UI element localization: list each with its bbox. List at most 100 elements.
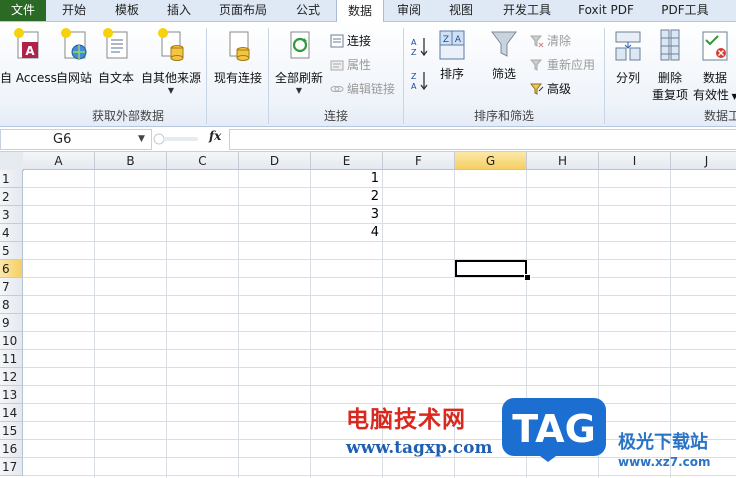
row-header-3[interactable]: 3 [0,206,23,224]
row-gridline [23,205,736,206]
refresh-icon [290,31,310,59]
ribbon: A 自 Access 自网站 自文本 自其他来源 ▼ 现有连接 获取外部数据 全… [0,22,736,127]
column-gridline [238,170,239,478]
text-to-columns-icon [615,31,641,61]
svg-text:Z: Z [443,35,449,45]
filter-funnel-icon [491,31,517,57]
formula-input[interactable] [229,129,736,150]
data-validation-button[interactable]: 数据 有效性 ▼ [693,26,736,103]
tab-data[interactable]: 数据 [336,0,384,22]
row-header-13[interactable]: 13 [0,386,23,404]
watermark-title: 电脑技术网 [346,407,466,433]
row-header-9[interactable]: 9 [0,314,23,332]
column-header-g[interactable]: G [455,152,527,170]
reapply-icon [530,59,543,71]
row-header-16[interactable]: 16 [0,440,23,458]
tab-home[interactable]: 开始 [50,0,98,21]
tab-foxit-pdf[interactable]: Foxit PDF [568,0,644,21]
row-header-14[interactable]: 14 [0,404,23,422]
watermark2-url: www.xz7.com [618,455,711,469]
row-header-10[interactable]: 10 [0,332,23,350]
tab-developer[interactable]: 开发工具 [492,0,562,21]
group-label-get-external: 获取外部数据 [92,109,165,123]
edit-links-button[interactable]: 编辑链接 [330,80,395,97]
properties-button[interactable]: 属性 [330,56,371,73]
row-header-7[interactable]: 7 [0,278,23,296]
data-validation-icon [702,31,728,61]
tab-page-layout[interactable]: 页面布局 [206,0,280,21]
tab-insert[interactable]: 插入 [156,0,202,21]
reapply-button[interactable]: 重新应用 [530,56,595,73]
from-web-button[interactable]: 自网站 [54,26,94,86]
tab-pdf-tools[interactable]: PDF工具 [650,0,720,21]
row-gridline [23,475,736,476]
group-divider [403,28,404,124]
connections-icon [330,34,344,48]
tab-templates[interactable]: 模板 [102,0,152,21]
chevron-down-icon[interactable]: ▼ [138,134,145,144]
insert-function-icon[interactable]: fx [209,129,221,143]
tab-file[interactable]: 文件 [0,0,46,21]
refresh-all-button[interactable]: 全部刷新 ▼ [272,26,326,95]
svg-text:A: A [455,35,462,45]
connections-button[interactable]: 连接 [330,32,371,49]
tab-formulas[interactable]: 公式 [284,0,332,21]
column-header-i[interactable]: I [599,152,671,170]
existing-connections-button[interactable]: 现有连接 [210,26,266,86]
cell-e3[interactable]: 3 [311,207,379,222]
chevron-down-icon: ▼ [295,86,303,95]
from-text-button[interactable]: 自文本 [96,26,136,86]
from-access-button[interactable]: A 自 Access [0,26,57,86]
tab-review[interactable]: 审阅 [386,0,432,21]
database-icon [158,28,184,61]
column-gridline [94,170,95,478]
row-gridline [23,367,736,368]
sort-descending-button[interactable]: Z A [410,70,430,95]
sort-button[interactable]: Z A 排序 [434,28,470,82]
name-box[interactable]: G6 ▼ [0,129,152,150]
column-gridline [166,170,167,478]
column-header-d[interactable]: D [239,152,311,170]
row-header-6[interactable]: 6 [0,260,23,278]
group-label-data-tools: 数据工 [704,109,736,123]
advanced-filter-icon [530,83,544,95]
column-header-c[interactable]: C [167,152,239,170]
remove-duplicates-button[interactable]: 删除 重复项 [650,26,690,103]
text-file-icon [103,28,128,59]
column-header-h[interactable]: H [527,152,599,170]
row-header-11[interactable]: 11 [0,350,23,368]
text-to-columns-button[interactable]: 分列 [610,26,646,86]
row-header-15[interactable]: 15 [0,422,23,440]
clear-filter-button[interactable]: 清除 [530,32,571,49]
column-header-f[interactable]: F [383,152,455,170]
sort-ascending-button[interactable]: A Z [410,36,430,61]
select-all-button[interactable] [0,152,24,171]
filter-button[interactable]: 筛选 [484,28,524,82]
column-header-a[interactable]: A [23,152,95,170]
tab-view[interactable]: 视图 [438,0,484,21]
row-header-12[interactable]: 12 [0,368,23,386]
remove-duplicates-icon [660,29,680,61]
advanced-filter-button[interactable]: 高级 [530,80,571,97]
column-header-j[interactable]: J [671,152,736,170]
row-gridline [23,241,736,242]
cell-e1[interactable]: 1 [311,171,379,186]
active-cell-border[interactable] [455,260,527,277]
cell-e2[interactable]: 2 [311,189,379,204]
svg-text:A: A [411,82,417,91]
row-header-4[interactable]: 4 [0,224,23,242]
formula-bar-splitter[interactable] [152,131,202,147]
column-header-b[interactable]: B [95,152,167,170]
cell-e4[interactable]: 4 [311,225,379,240]
from-other-sources-button[interactable]: 自其他来源 ▼ [138,26,204,95]
column-header-e[interactable]: E [311,152,383,170]
row-header-5[interactable]: 5 [0,242,23,260]
svg-text:A: A [411,38,417,47]
row-header-17[interactable]: 17 [0,458,23,476]
row-header-2[interactable]: 2 [0,188,23,206]
row-gridline [23,187,736,188]
svg-text:Z: Z [411,48,417,57]
row-header-1[interactable]: 1 [0,170,23,188]
row-header-8[interactable]: 8 [0,296,23,314]
fill-handle[interactable] [524,274,531,281]
